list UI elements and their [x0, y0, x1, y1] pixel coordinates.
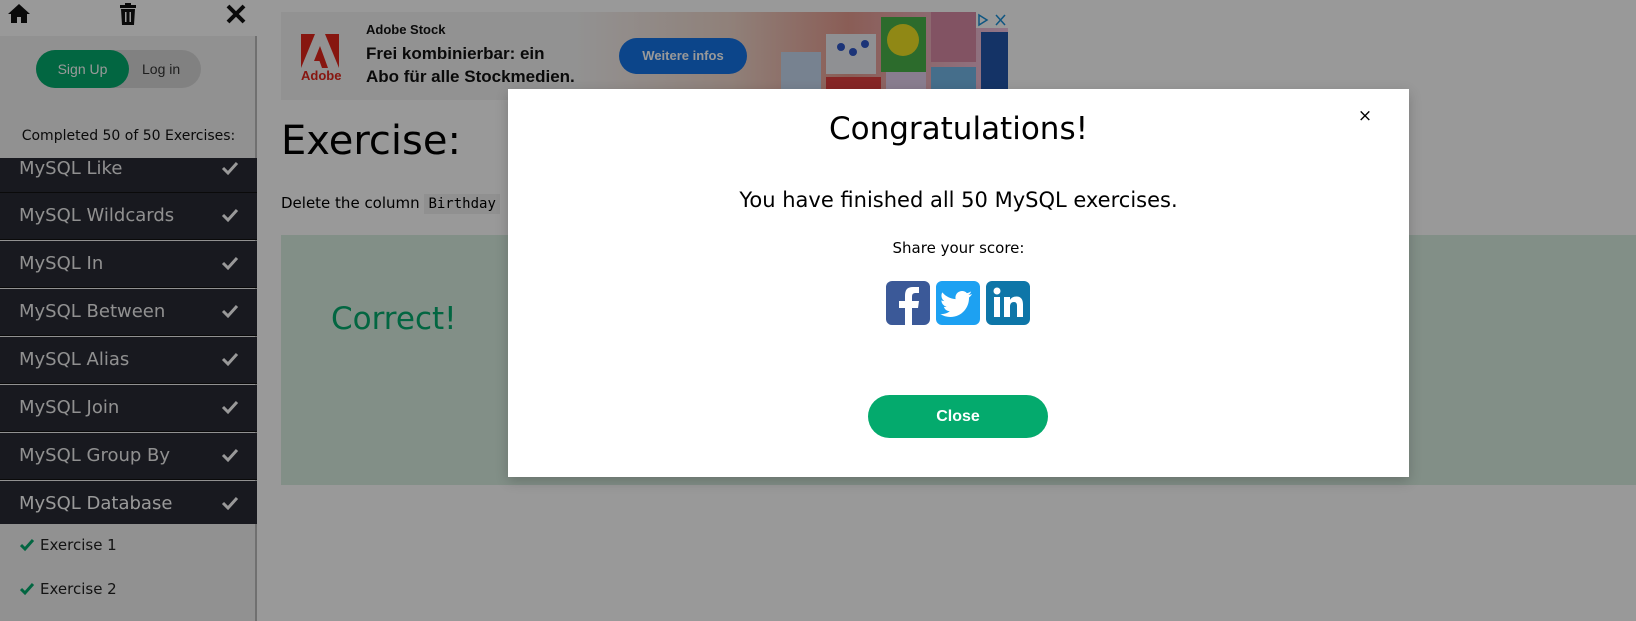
- share-label: Share your score:: [892, 239, 1025, 257]
- congrats-modal: × Congratulations! You have finished all…: [508, 89, 1409, 477]
- facebook-icon[interactable]: [886, 281, 930, 325]
- twitter-icon[interactable]: [936, 281, 980, 325]
- modal-title: Congratulations!: [828, 111, 1089, 147]
- modal-close-button[interactable]: Close: [868, 395, 1048, 438]
- modal-message: You have finished all 50 MySQL exercises…: [739, 188, 1178, 212]
- linkedin-icon[interactable]: [986, 281, 1030, 325]
